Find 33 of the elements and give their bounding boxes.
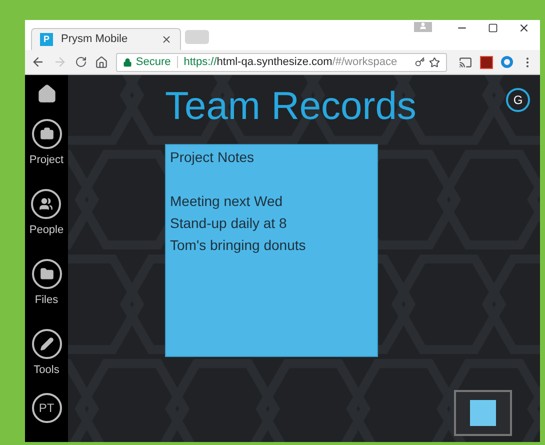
home-icon[interactable] bbox=[36, 84, 56, 104]
files-icon bbox=[40, 267, 54, 282]
avatar[interactable]: G bbox=[506, 88, 530, 112]
browser-tab[interactable]: P Prysm Mobile bbox=[31, 28, 181, 50]
note-line: Meeting next Wed bbox=[170, 192, 283, 211]
close-icon[interactable] bbox=[518, 22, 530, 34]
cast-icon[interactable] bbox=[459, 56, 472, 68]
note-line: Tom's bringing donuts bbox=[170, 236, 306, 255]
maximize-icon[interactable] bbox=[488, 23, 498, 33]
note-title: Project Notes bbox=[170, 148, 254, 167]
lock-icon bbox=[122, 58, 132, 66]
pdf-extension-icon[interactable] bbox=[480, 56, 494, 68]
people-icon bbox=[39, 197, 54, 212]
ring-extension-icon[interactable] bbox=[501, 56, 514, 68]
close-tab-icon[interactable] bbox=[161, 34, 172, 45]
nav-button[interactable]: Files bbox=[32, 249, 62, 319]
note-line: Stand-up daily at 8 bbox=[170, 214, 287, 233]
address-bar[interactable]: Secure https://html-qa.synthesize.com/#/workspace bbox=[116, 52, 448, 72]
tools-icon bbox=[40, 337, 54, 352]
nav-button[interactable]: Tools bbox=[32, 319, 62, 389]
back-icon[interactable] bbox=[31, 55, 45, 69]
note-card[interactable]: Project Notes Meeting next Wed Stand-up daily at 8 Tom's bringing donuts bbox=[165, 144, 378, 357]
minimap[interactable] bbox=[454, 390, 512, 436]
bookmark-star-icon[interactable] bbox=[429, 56, 440, 68]
profile-button[interactable]: PT bbox=[32, 393, 62, 423]
home-icon[interactable] bbox=[94, 56, 108, 68]
favicon: P bbox=[40, 33, 53, 46]
page-title: Team Records bbox=[165, 84, 416, 130]
project-icon bbox=[40, 127, 54, 142]
nav-button[interactable]: People bbox=[29, 179, 64, 249]
nav-button[interactable]: Project bbox=[29, 109, 64, 179]
reload-icon[interactable] bbox=[74, 56, 87, 68]
key-icon[interactable] bbox=[415, 57, 426, 67]
